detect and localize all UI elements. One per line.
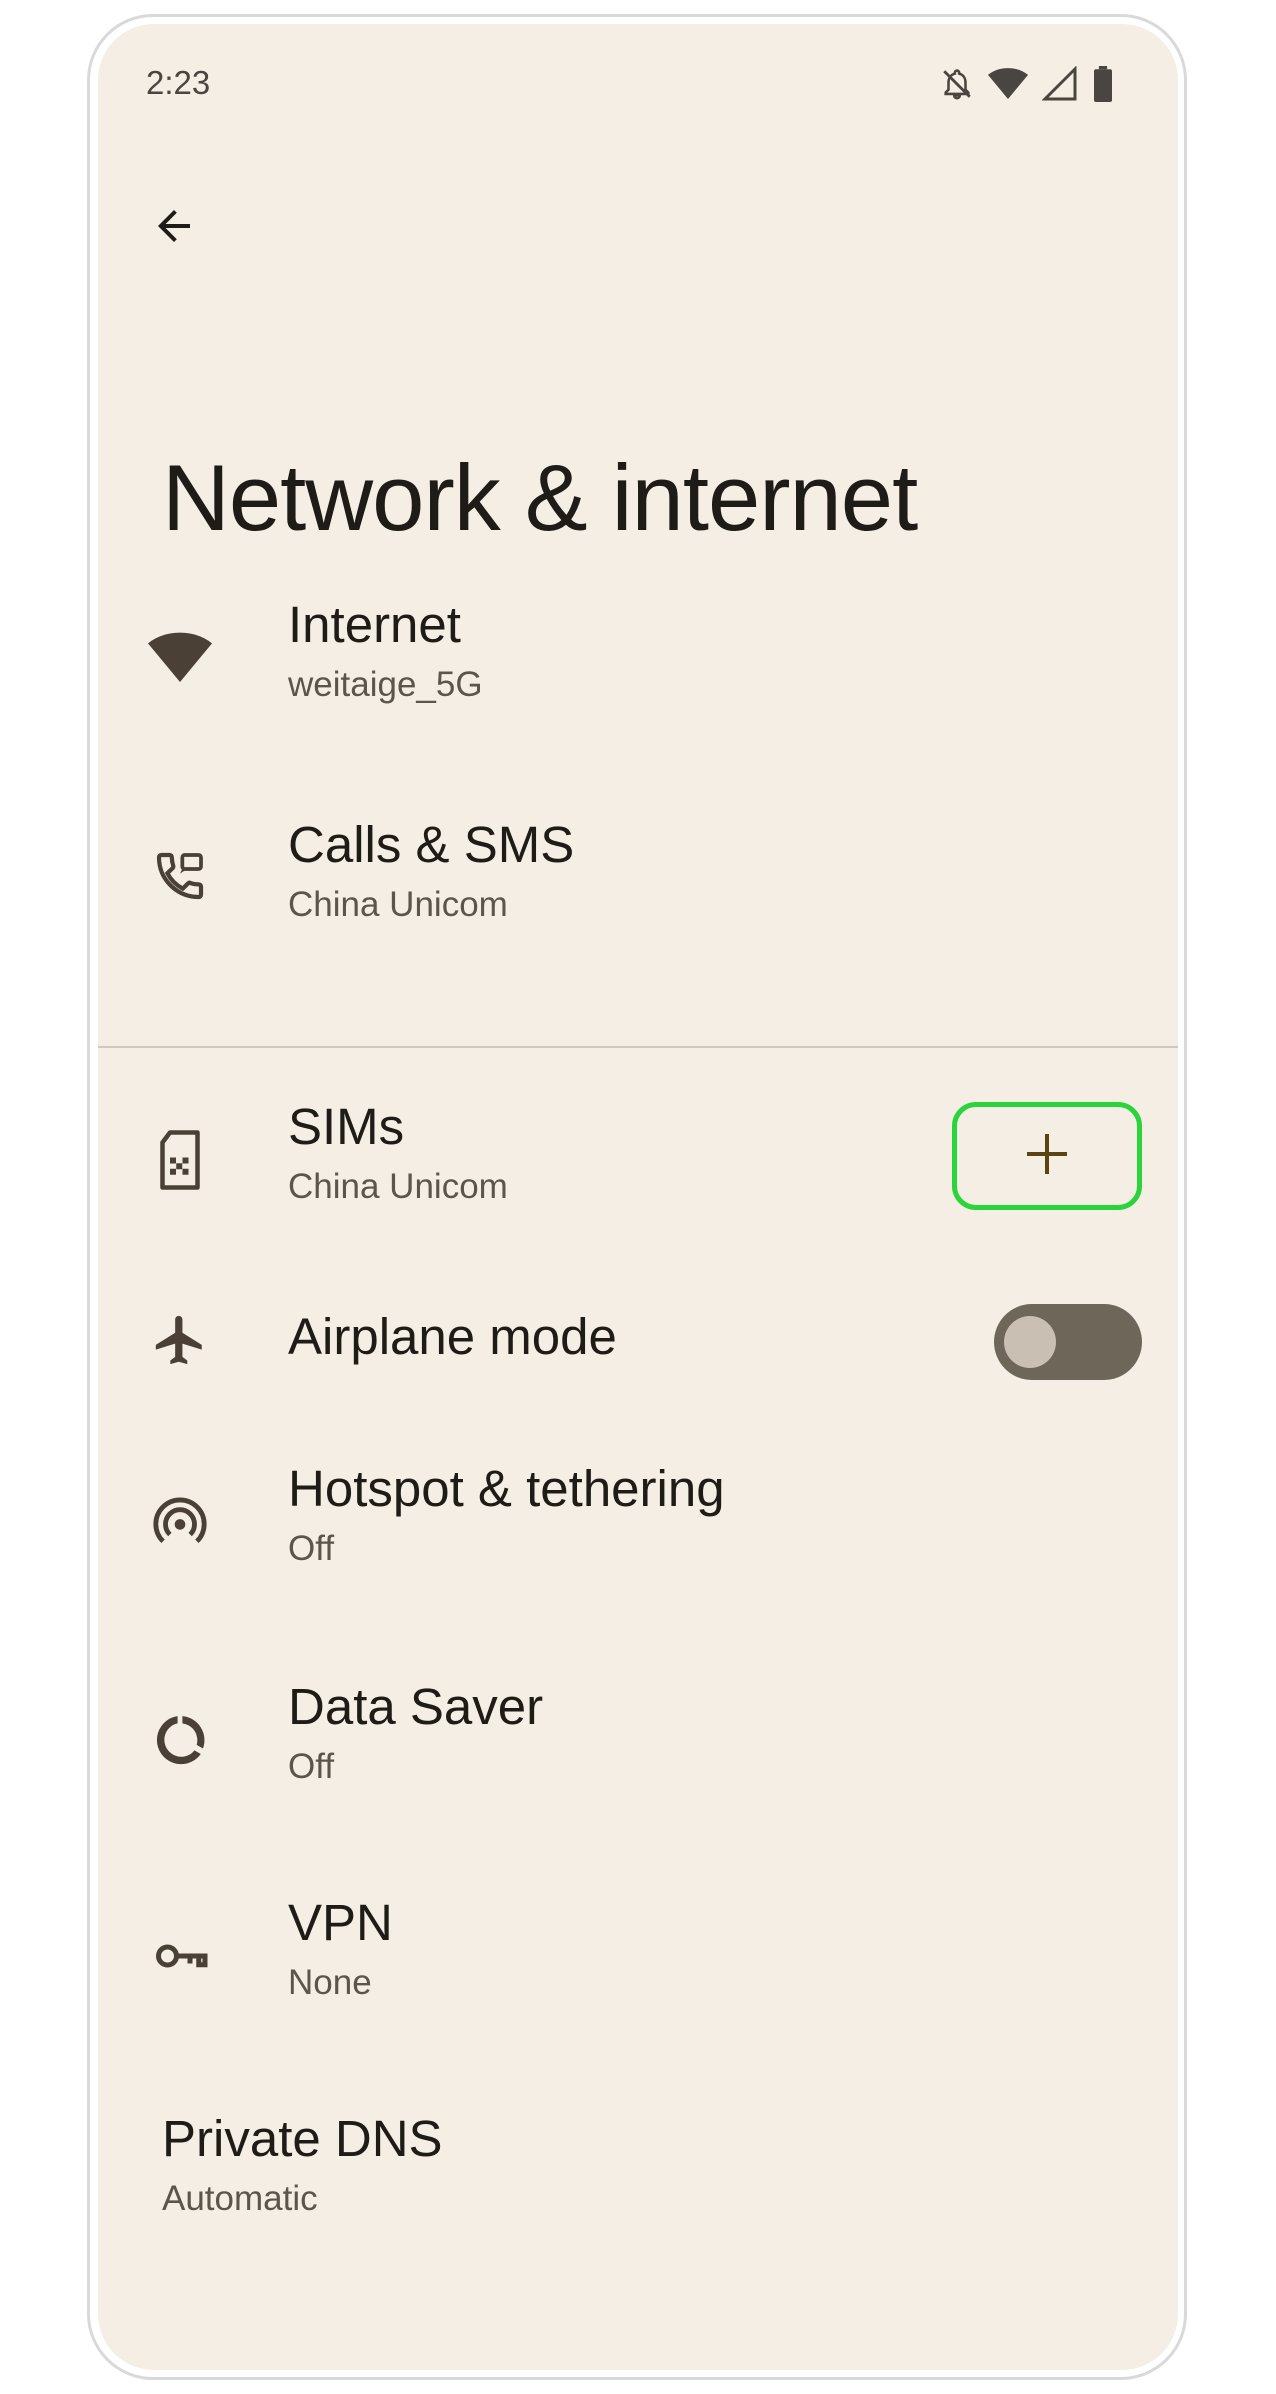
back-button[interactable] [134,188,214,268]
airplane-mode-toggle[interactable] [994,1304,1142,1380]
internet-title: Internet [288,596,461,653]
hotspot-title: Hotspot & tethering [288,1460,725,1517]
hotspot-setting[interactable]: Hotspot & tethering Off [98,1448,1178,1598]
internet-summary: weitaige_5G [288,664,483,704]
vpn-title: VPN [288,1894,393,1951]
calls-sms-text: Calls & SMS China Unicom [288,816,574,925]
vpn-setting[interactable]: VPN None [98,1882,1178,2032]
calls-sms-setting[interactable]: Calls & SMS China Unicom [98,804,1178,954]
toggle-knob [1004,1316,1056,1368]
private-dns-setting[interactable]: Private DNS Automatic [98,2098,1178,2248]
data-saver-summary: Off [288,1746,335,1786]
hotspot-summary: Off [288,1528,335,1568]
status-time: 2:23 [146,64,211,101]
page-title: Network & internet [162,445,918,550]
calls-sms-summary: China Unicom [288,884,508,924]
calls-sms-title: Calls & SMS [288,816,575,873]
settings-screen: 2:23 Network & internet Internet weitaig… [98,24,1178,2370]
sim-card-icon [146,1126,214,1194]
airplane-icon [146,1306,214,1374]
battery-icon [1092,66,1114,102]
calls-sms-icon [146,842,214,910]
private-dns-summary: Automatic [162,2178,318,2218]
data-saver-icon [146,1706,214,1774]
wifi-icon [988,67,1028,101]
hotspot-icon [146,1488,214,1556]
sims-text: SIMs China Unicom [288,1098,508,1207]
data-saver-text: Data Saver Off [288,1678,543,1787]
data-saver-setting[interactable]: Data Saver Off [98,1666,1178,1816]
status-icons [940,64,1114,104]
vpn-key-icon [146,1922,214,1990]
sims-summary: China Unicom [288,1166,508,1206]
cellular-signal-icon [1042,66,1078,102]
arrow-back-icon [150,202,198,255]
vpn-text: VPN None [288,1894,393,2003]
private-dns-title: Private DNS [162,2110,443,2167]
hotspot-text: Hotspot & tethering Off [288,1460,725,1569]
airplane-mode-title: Airplane mode [288,1308,617,1365]
status-bar: 2:23 [98,24,1178,134]
internet-text: Internet weitaige_5G [288,596,483,705]
private-dns-text: Private DNS Automatic [162,2110,443,2219]
section-divider [98,1046,1178,1048]
airplane-mode-text: Airplane mode [288,1308,617,1367]
sims-title: SIMs [288,1098,405,1155]
plus-icon [1023,1130,1071,1183]
data-saver-title: Data Saver [288,1678,544,1735]
add-sim-button[interactable] [952,1102,1142,1210]
vpn-summary: None [288,1962,372,2002]
notifications-off-icon [940,66,974,102]
internet-setting[interactable]: Internet weitaige_5G [98,584,1178,734]
wifi-icon [146,624,214,692]
